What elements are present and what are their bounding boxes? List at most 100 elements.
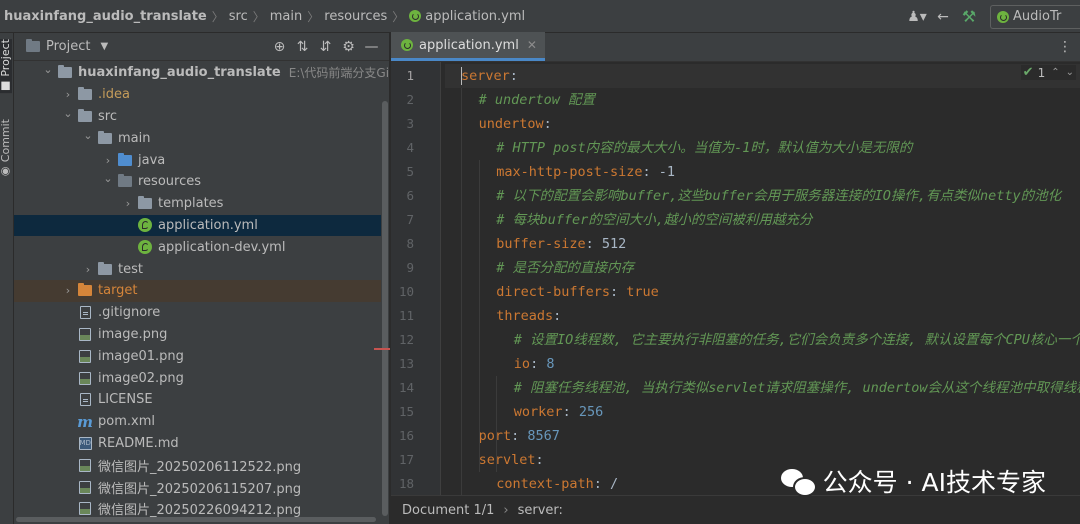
tree-item-label: pom.xml bbox=[98, 414, 155, 430]
code-line[interactable]: undertow: bbox=[445, 112, 1080, 136]
folder-icon bbox=[98, 130, 112, 144]
image-file-icon bbox=[79, 371, 91, 385]
tree-item[interactable]: › java bbox=[14, 149, 389, 171]
code-line[interactable]: threads: bbox=[445, 304, 1080, 328]
chevron-down-icon[interactable]: ⌄ bbox=[60, 107, 76, 120]
tree-item[interactable]: ⌄ resources bbox=[14, 171, 389, 193]
code-line[interactable]: worker: 256 bbox=[445, 400, 1080, 424]
folder-icon bbox=[58, 65, 72, 79]
tree-item[interactable]: ⌄ main bbox=[14, 127, 389, 149]
user-icon[interactable]: ♟▾ bbox=[904, 5, 930, 29]
tree-item[interactable]: › target bbox=[14, 279, 389, 302]
tree-item[interactable]: › test bbox=[14, 258, 389, 280]
chevron-right-icon[interactable]: › bbox=[120, 197, 136, 210]
tree-item-label: application-dev.yml bbox=[158, 239, 286, 255]
code-line[interactable]: port: 8567 bbox=[445, 424, 1080, 448]
back-arrow-icon[interactable]: ← bbox=[930, 5, 956, 29]
inspection-widget[interactable]: ✔ 1 ⌃ ⌄ bbox=[1020, 65, 1076, 80]
tool-window-strip: ■ Project ◉ Commit bbox=[0, 33, 14, 524]
code-line[interactable]: buffer-size: 512 bbox=[445, 232, 1080, 256]
chevron-right-icon[interactable]: › bbox=[60, 88, 76, 101]
tree-item[interactable]: ›微信图片_20250206112522.png bbox=[14, 454, 389, 476]
yaml-colon: : bbox=[593, 476, 602, 492]
code-line[interactable]: # 设置IO线程数, 它主要执行非阻塞的任务,它们会负责多个连接, 默认设置每个… bbox=[445, 328, 1080, 352]
chevron-down-icon[interactable]: ⌄ bbox=[80, 129, 96, 142]
commit-tool-tab[interactable]: ◉ Commit bbox=[0, 119, 12, 179]
tab-application-yml[interactable]: application.yml ✕ bbox=[391, 32, 545, 61]
chevron-down-icon[interactable]: ⌄ bbox=[1066, 67, 1074, 78]
more-options-icon[interactable]: ⋮ bbox=[1058, 39, 1072, 55]
tree-item-icon-wrap bbox=[76, 393, 94, 407]
breadcrumb-item[interactable]: main bbox=[270, 9, 302, 24]
breadcrumb-item[interactable]: application.yml bbox=[409, 9, 525, 24]
gear-icon[interactable]: ⚙ bbox=[337, 39, 360, 55]
tree-item[interactable]: ›MDREADME.md bbox=[14, 433, 389, 455]
code-line[interactable]: direct-buffers: true bbox=[445, 280, 1080, 304]
tree-item[interactable]: ›LICENSE bbox=[14, 389, 389, 411]
structure-path[interactable]: server: bbox=[518, 503, 563, 518]
yaml-file-icon bbox=[401, 39, 413, 51]
yaml-colon: : bbox=[509, 68, 518, 84]
breadcrumb-item[interactable]: src bbox=[229, 9, 248, 24]
project-tree-horizontal-scrollbar[interactable] bbox=[14, 517, 389, 523]
hide-panel-icon[interactable]: — bbox=[360, 39, 383, 55]
code-line[interactable]: server: bbox=[445, 64, 1080, 88]
chevron-right-icon[interactable]: › bbox=[100, 154, 116, 167]
code-line[interactable]: # HTTP post内容的最大大小。当值为-1时，默认值为大小是无限的 bbox=[445, 136, 1080, 160]
project-panel-title[interactable]: Project bbox=[46, 39, 90, 54]
commit-tool-tab-label: Commit bbox=[0, 119, 12, 163]
build-hammer-icon[interactable]: ⚒ bbox=[956, 5, 982, 29]
tree-item[interactable]: ⌄ huaxinfang_audio_translate E:\代码前端分支Git\… bbox=[14, 62, 389, 84]
yaml-colon: : bbox=[642, 164, 651, 180]
tree-item[interactable]: ›微信图片_20250206115207.png bbox=[14, 476, 389, 498]
tree-item-label: 微信图片_20250206115207.png bbox=[98, 481, 302, 497]
tree-item-icon-wrap bbox=[136, 196, 154, 210]
tree-item[interactable]: ›image01.png bbox=[14, 345, 389, 367]
yaml-key: worker bbox=[513, 404, 563, 420]
code-line[interactable]: # 阻塞任务线程池, 当执行类似servlet请求阻塞操作, undertow会… bbox=[445, 376, 1080, 400]
tree-item[interactable]: ›application-dev.yml bbox=[14, 236, 389, 258]
run-configuration-select[interactable]: AudioTr bbox=[990, 4, 1080, 29]
expand-all-icon[interactable]: ⇅ bbox=[291, 39, 314, 55]
tree-item[interactable]: ›.gitignore bbox=[14, 302, 389, 324]
scrollbar-thumb[interactable] bbox=[382, 101, 388, 516]
tree-item[interactable]: ⌄ src bbox=[14, 106, 389, 128]
code-line[interactable]: # undertow 配置 bbox=[445, 88, 1080, 112]
locate-file-icon[interactable]: ⊕ bbox=[268, 39, 291, 55]
code-line[interactable]: # 每块buffer的空间大小,越小的空间被利用越充分 bbox=[445, 208, 1080, 232]
tree-item-icon-wrap bbox=[56, 65, 74, 79]
chevron-right-icon[interactable]: › bbox=[60, 284, 76, 297]
tree-item[interactable]: › .idea bbox=[14, 84, 389, 106]
image-file-icon bbox=[79, 502, 91, 516]
tree-item-label: huaxinfang_audio_translate bbox=[78, 65, 281, 81]
code-line[interactable]: io: 8 bbox=[445, 352, 1080, 376]
chevron-right-icon[interactable]: › bbox=[80, 263, 96, 276]
breadcrumb-item[interactable]: resources bbox=[324, 9, 387, 24]
chevron-up-icon[interactable]: ⌃ bbox=[1051, 67, 1059, 78]
code-line[interactable]: # 是否分配的直接内存 bbox=[445, 256, 1080, 280]
scrollbar-thumb[interactable] bbox=[16, 517, 376, 522]
yaml-colon: : bbox=[543, 116, 552, 132]
line-number: 15 bbox=[398, 404, 414, 419]
yaml-value: / bbox=[610, 476, 619, 492]
code-line[interactable]: # 以下的配置会影响buffer,这些buffer会用于服务器连接的IO操作,有… bbox=[445, 184, 1080, 208]
tree-item[interactable]: ›image02.png bbox=[14, 367, 389, 389]
breadcrumb-label: application.yml bbox=[425, 8, 526, 24]
breadcrumb-item[interactable]: huaxinfang_audio_translate bbox=[4, 9, 207, 24]
tree-item[interactable]: ›image.png bbox=[14, 324, 389, 346]
yaml-colon: : bbox=[585, 236, 594, 252]
text-file-icon bbox=[79, 306, 91, 320]
close-icon[interactable]: ✕ bbox=[527, 38, 537, 52]
tree-item[interactable]: › templates bbox=[14, 193, 389, 215]
tree-item[interactable]: ›application.yml bbox=[14, 214, 389, 237]
project-tree-scrollbar[interactable] bbox=[381, 95, 389, 524]
code-line[interactable]: max-http-post-size: -1 bbox=[445, 160, 1080, 184]
tree-item[interactable]: ›mpom.xml bbox=[14, 411, 389, 433]
chevron-down-icon[interactable]: ⌄ bbox=[40, 63, 56, 76]
collapse-all-icon[interactable]: ⇵ bbox=[314, 39, 337, 55]
chevron-down-icon[interactable]: ⌄ bbox=[100, 172, 116, 185]
chevron-down-icon[interactable]: ▼ bbox=[100, 41, 108, 52]
project-tool-tab[interactable]: ■ Project bbox=[0, 39, 12, 94]
code-area[interactable]: 1 2 3 4 5 6 7 8 9 10 11 12 13 14 15 16 17 18 server: # und… bbox=[391, 62, 1080, 495]
